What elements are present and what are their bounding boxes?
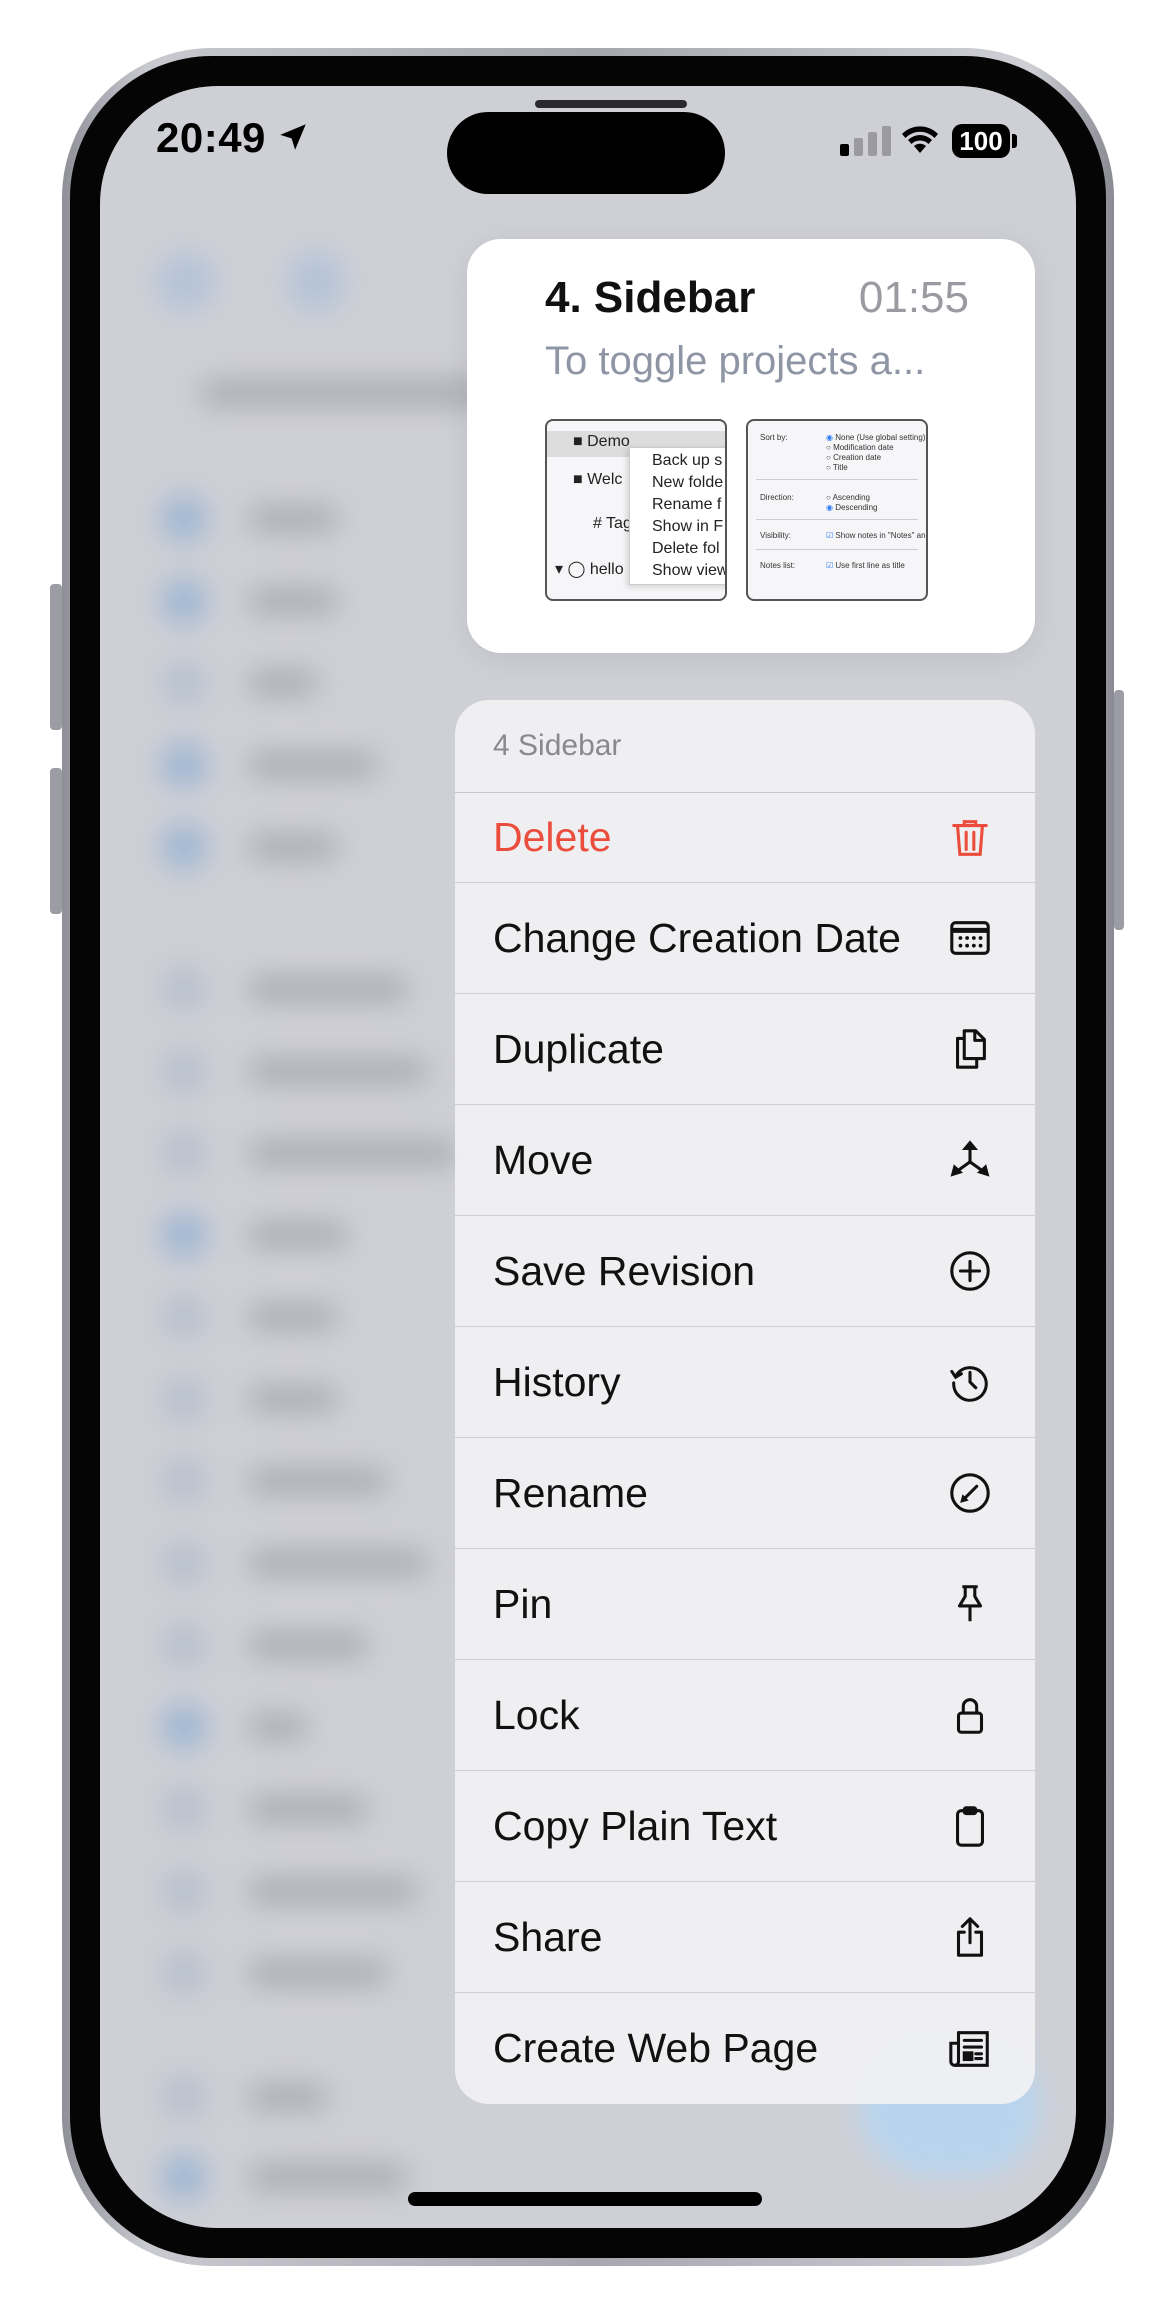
cellular-signal-icon	[840, 126, 891, 156]
pencil-circle-icon	[947, 1470, 993, 1516]
duplicate-icon	[947, 1026, 993, 1072]
preview-subtitle: To toggle projects a...	[545, 339, 926, 383]
screen: 20:49 100 4. Sidebar 01:55 To toggle pro…	[100, 86, 1076, 2228]
thumb-menu-item: Show view	[652, 562, 727, 579]
thumb-item: hello	[589, 561, 624, 578]
menu-item-label: Copy Plain Text	[493, 1802, 778, 1849]
thumb-item: # Tag	[593, 515, 632, 532]
battery-indicator: 100	[952, 124, 1010, 158]
change-creation-date-menu-item[interactable]: Change Creation Date	[455, 883, 1035, 994]
thumb-menu-item: New folde	[652, 474, 724, 491]
preview-thumbnail-sidebar: ■ Demo ■ Welc # Tag ▾ ◯ hello Back up s …	[545, 419, 727, 601]
battery-tip	[1012, 134, 1017, 148]
create-web-page-menu-item[interactable]: Create Web Page	[455, 1993, 1035, 2104]
thumb-option: Creation date	[833, 453, 882, 462]
context-menu-header: 4 Sidebar	[455, 700, 1035, 793]
thumb-menu-item: Delete fol	[652, 540, 720, 557]
share-menu-item[interactable]: Share	[455, 1882, 1035, 1993]
menu-item-label: Pin	[493, 1580, 553, 1627]
menu-item-label: Lock	[493, 1691, 580, 1738]
volume-up-button	[50, 584, 62, 730]
thumb-option: Modification date	[833, 443, 894, 452]
newspaper-icon	[947, 2026, 993, 2072]
preview-time: 01:55	[858, 273, 969, 322]
preview-thumbnail-settings: Sort by: ◉ None (Use global setting) ○ M…	[746, 419, 928, 601]
pin-icon	[947, 1581, 993, 1627]
thumb-option: Ascending	[832, 493, 870, 502]
menu-item-label: Share	[493, 1913, 603, 1960]
pin-menu-item[interactable]: Pin	[455, 1549, 1035, 1660]
thumb-option: Use first line as title	[835, 561, 905, 570]
thumb-label: Notes list:	[760, 561, 796, 570]
lock-icon	[947, 1692, 993, 1738]
thumb-option: Show notes in "Notes" and "To	[835, 531, 926, 540]
power-button	[1114, 690, 1124, 930]
thumb-label: Visibility:	[760, 531, 791, 540]
clipboard-icon	[947, 1803, 993, 1849]
lock-menu-item[interactable]: Lock	[455, 1660, 1035, 1771]
menu-item-label: Delete	[493, 814, 612, 860]
calendar-icon	[947, 915, 993, 961]
thumb-option: Descending	[835, 503, 878, 512]
move-icon	[947, 1137, 993, 1183]
thumb-context-menu: Back up s New folde Rename f Show in F D…	[629, 447, 727, 585]
thumb-menu-item: Show in F	[652, 518, 724, 535]
menu-item-label: Rename	[493, 1469, 648, 1516]
move-menu-item[interactable]: Move	[455, 1105, 1035, 1216]
trash-icon	[947, 815, 993, 861]
thumb-item: Demo	[587, 433, 630, 450]
location-arrow-icon	[280, 124, 306, 150]
menu-item-label: Move	[493, 1136, 594, 1183]
menu-item-label: Duplicate	[493, 1025, 664, 1072]
copy-plain-text-menu-item[interactable]: Copy Plain Text	[455, 1771, 1035, 1882]
dynamic-island	[447, 112, 725, 194]
thumb-item: Welc	[587, 471, 623, 488]
status-time: 20:49	[156, 114, 266, 161]
wifi-icon	[902, 126, 938, 153]
thumb-label: Direction:	[760, 493, 794, 502]
thumb-menu-item: Back up s	[652, 452, 723, 469]
thumb-menu-item: Rename f	[652, 496, 722, 513]
plus-circle-icon	[947, 1248, 993, 1294]
note-preview-card[interactable]: 4. Sidebar 01:55 To toggle projects a...…	[467, 239, 1035, 653]
thumb-label: Sort by:	[760, 433, 788, 442]
home-indicator[interactable]	[408, 2192, 762, 2206]
history-menu-item[interactable]: History	[455, 1327, 1035, 1438]
menu-item-label: Save Revision	[493, 1247, 756, 1294]
menu-item-label: Change Creation Date	[493, 914, 901, 961]
preview-title: 4. Sidebar	[545, 273, 756, 322]
menu-item-label: History	[493, 1358, 621, 1405]
save-revision-menu-item[interactable]: Save Revision	[455, 1216, 1035, 1327]
rename-menu-item[interactable]: Rename	[455, 1438, 1035, 1549]
delete-menu-item[interactable]: Delete	[455, 793, 1035, 883]
share-icon	[947, 1914, 993, 1960]
volume-down-button	[50, 768, 62, 914]
thumb-option: Title	[832, 463, 848, 472]
history-icon	[947, 1359, 993, 1405]
duplicate-menu-item[interactable]: Duplicate	[455, 994, 1035, 1105]
thumb-option: None (Use global setting)	[835, 433, 926, 442]
context-menu: 4 Sidebar Delete Change Creation Date Du…	[455, 700, 1035, 2104]
menu-item-label: Create Web Page	[493, 2025, 819, 2071]
